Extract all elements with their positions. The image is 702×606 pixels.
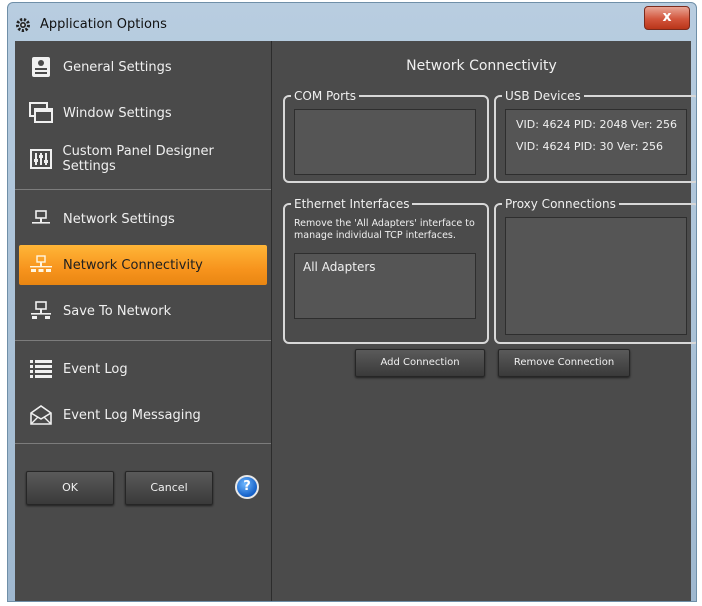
network-connectivity-icon — [29, 253, 53, 277]
ethernet-interfaces-list[interactable]: All Adapters — [294, 253, 476, 319]
sidebar-item-label: Event Log — [63, 361, 128, 377]
sidebar-item-custom-panel-designer[interactable]: Custom Panel Designer Settings — [19, 139, 267, 179]
sidebar-item-label: Custom Panel Designer Settings — [62, 144, 214, 174]
usb-devices-label: USB Devices — [502, 88, 584, 104]
sidebar-item-save-to-network[interactable]: Save To Network — [19, 291, 267, 331]
sidebar-item-event-log-messaging[interactable]: Event Log Messaging — [19, 395, 267, 435]
envelope-icon — [29, 403, 53, 427]
main-panel: Network Connectivity COM Ports USB Devic… — [272, 41, 696, 601]
window-icon — [29, 101, 53, 125]
list-item[interactable]: All Adapters — [295, 254, 475, 274]
sidebar-item-label: Network Connectivity — [63, 257, 203, 273]
sidebar: General Settings Window Settings Custom … — [15, 41, 272, 601]
usb-devices-group: USB Devices VID: 4624 PID: 2048 Ver: 256… — [494, 88, 696, 183]
sidebar-item-general-settings[interactable]: General Settings — [19, 47, 267, 87]
help-button[interactable]: ? — [235, 475, 259, 499]
list-icon — [29, 357, 53, 381]
ok-button[interactable]: OK — [26, 471, 114, 505]
close-button[interactable]: x — [644, 6, 690, 30]
proxy-connections-group: Proxy Connections — [494, 196, 696, 344]
sidebar-divider — [15, 340, 271, 341]
sidebar-divider — [15, 443, 271, 444]
sidebar-item-label: General Settings — [63, 59, 172, 75]
sidebar-item-label: Event Log Messaging — [63, 407, 201, 423]
sidebar-item-label: Network Settings — [63, 211, 175, 227]
proxy-connections-label: Proxy Connections — [502, 196, 619, 212]
application-options-window: Application Options x General Settings W… — [7, 2, 697, 602]
proxy-connections-list[interactable] — [505, 217, 687, 335]
network-icon — [29, 207, 53, 231]
sidebar-item-window-settings[interactable]: Window Settings — [19, 93, 267, 133]
com-ports-label: COM Ports — [291, 88, 360, 104]
ethernet-interfaces-label: Ethernet Interfaces — [291, 196, 413, 212]
gear-icon — [15, 17, 31, 33]
list-item[interactable]: VID: 4624 PID: 30 Ver: 256 — [506, 136, 686, 158]
sidebar-item-event-log[interactable]: Event Log — [19, 349, 267, 389]
ethernet-hint-text: Remove the 'All Adapters' interface to m… — [294, 218, 475, 241]
sidebar-item-label: Save To Network — [63, 303, 172, 319]
list-item[interactable]: VID: 4624 PID: 2048 Ver: 256 — [506, 114, 686, 136]
general-settings-icon — [29, 55, 53, 79]
sidebar-item-network-connectivity[interactable]: Network Connectivity — [19, 245, 267, 285]
com-ports-list[interactable] — [294, 109, 476, 175]
usb-devices-list[interactable]: VID: 4624 PID: 2048 Ver: 256 VID: 4624 P… — [505, 109, 687, 175]
help-icon: ? — [243, 479, 251, 494]
cancel-button[interactable]: Cancel — [125, 471, 213, 505]
com-ports-group: COM Ports — [283, 88, 489, 183]
add-connection-button[interactable]: Add Connection — [355, 349, 485, 377]
save-network-icon — [29, 299, 53, 323]
client-area: General Settings Window Settings Custom … — [15, 41, 696, 601]
page-title: Network Connectivity — [406, 58, 557, 74]
sidebar-divider — [15, 189, 271, 190]
sidebar-item-label: Window Settings — [63, 105, 172, 121]
panel-sliders-icon — [29, 147, 53, 171]
title-bar[interactable]: Application Options x — [8, 3, 696, 39]
window-title: Application Options — [40, 17, 167, 32]
sidebar-item-network-settings[interactable]: Network Settings — [19, 199, 267, 239]
ethernet-interfaces-group: Ethernet Interfaces Remove the 'All Adap… — [283, 196, 489, 344]
remove-connection-button[interactable]: Remove Connection — [498, 349, 630, 377]
close-icon: x — [662, 9, 672, 25]
